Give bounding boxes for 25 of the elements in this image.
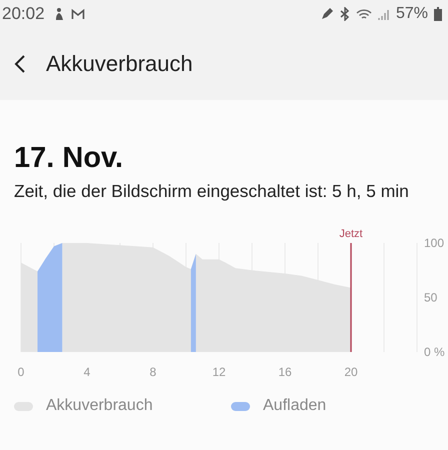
legend-swatch [231, 402, 250, 410]
x-axis-label: 16 [278, 365, 292, 379]
x-axis-label: 12 [212, 365, 226, 379]
date-heading: 17. Nov. [14, 142, 124, 175]
page-title: Akkuverbrauch [46, 51, 193, 77]
screen-time-text: Zeit, die der Bildschirm eingeschaltet ist: 5 h, 5 min [14, 180, 409, 203]
x-axis-label: 0 [18, 365, 24, 379]
legend-label: Akkuverbrauch [46, 397, 153, 415]
wifi-icon [356, 8, 372, 20]
x-axis-label: 4 [84, 365, 90, 379]
y-axis-label: 100 [424, 236, 444, 250]
bluetooth-icon [340, 7, 350, 21]
y-axis-label: 0 % [424, 345, 445, 359]
pen-icon [320, 7, 334, 21]
mail-icon [70, 8, 85, 20]
battery-percentage: 57% [396, 5, 428, 23]
signal-icon [378, 8, 390, 20]
clock: 20:02 [2, 4, 45, 24]
x-axis-label: 20 [344, 365, 358, 379]
now-label: Jetzt [339, 228, 363, 240]
y-axis-label: 50 [424, 290, 438, 304]
x-axis-label: 8 [150, 365, 156, 379]
back-icon [14, 54, 26, 74]
battery-icon [434, 7, 442, 21]
legend-label: Aufladen [263, 397, 326, 415]
